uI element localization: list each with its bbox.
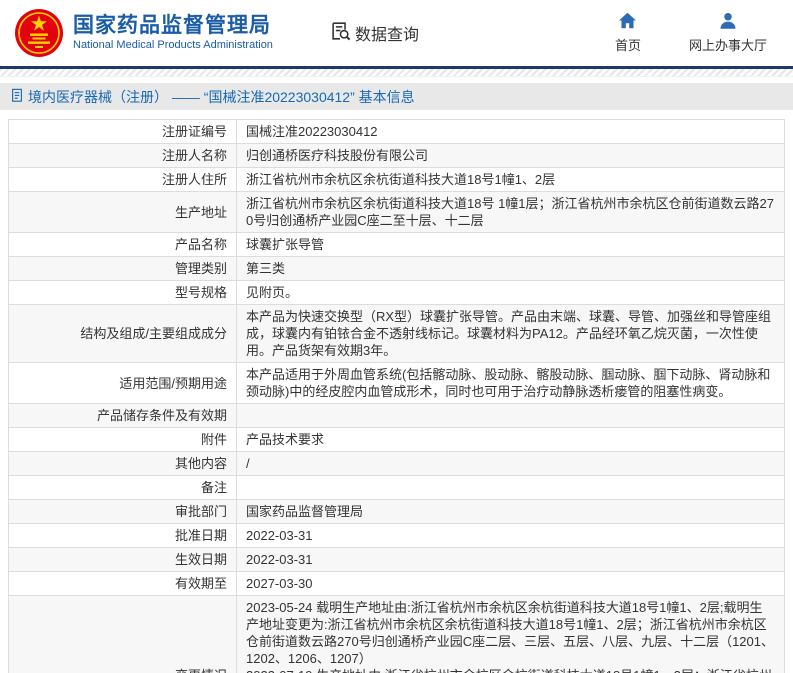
row-label: 适用范围/预期用途 — [9, 363, 237, 404]
table-row: 批准日期2022-03-31 — [9, 524, 785, 548]
table-row: 产品名称球囊扩张导管 — [9, 233, 785, 257]
site-logo[interactable]: 国家药品监督管理局 National Medical Products Admi… — [14, 8, 273, 58]
nav-item-home[interactable]: 首页 — [615, 12, 641, 54]
nav-item-service-hall[interactable]: 网上办事大厅 — [689, 12, 767, 54]
table-row: 审批部门国家药品监督管理局 — [9, 500, 785, 524]
table-row: 生产地址浙江省杭州市余杭区余杭街道科技大道18号 1幢1层；浙江省杭州市余杭区仓… — [9, 192, 785, 233]
row-value: 2022-03-31 — [237, 548, 785, 572]
row-value: 2023-05-24 载明生产地址由:浙江省杭州市余杭区余杭街道科技大道18号1… — [237, 596, 785, 673]
site-subtitle: National Medical Products Administration — [73, 38, 273, 52]
national-emblem-icon — [14, 8, 64, 58]
top-nav: 首页 网上办事大厅 — [567, 12, 767, 54]
row-value: 球囊扩张导管 — [237, 233, 785, 257]
row-label: 备注 — [9, 476, 237, 500]
row-value: 本产品为快速交换型（RX型）球囊扩张导管。产品由末端、球囊、导管、加强丝和导管座… — [237, 305, 785, 363]
row-value: 浙江省杭州市余杭区余杭街道科技大道18号 1幢1层；浙江省杭州市余杭区仓前街道数… — [237, 192, 785, 233]
home-icon — [618, 12, 637, 35]
row-label: 注册证编号 — [9, 120, 237, 144]
row-value: 产品技术要求 — [237, 428, 785, 452]
row-value: 见附页。 — [237, 281, 785, 305]
table-row: 注册人住所浙江省杭州市余杭区余杭街道科技大道18号1幢1、2层 — [9, 168, 785, 192]
row-value — [237, 404, 785, 428]
table-row: 备注 — [9, 476, 785, 500]
table-row: 变更情况2023-05-24 载明生产地址由:浙江省杭州市余杭区余杭街道科技大道… — [9, 596, 785, 673]
row-label: 审批部门 — [9, 500, 237, 524]
doc-search-icon — [329, 20, 355, 47]
row-value: / — [237, 452, 785, 476]
nav-item-service-hall-label: 网上办事大厅 — [689, 35, 767, 54]
row-label: 其他内容 — [9, 452, 237, 476]
row-label: 批准日期 — [9, 524, 237, 548]
table-wrap: 注册证编号国械注准20223030412注册人名称归创通桥医疗科技股份有限公司注… — [0, 110, 793, 673]
row-label: 变更情况 — [9, 596, 237, 673]
site-header: 国家药品监督管理局 National Medical Products Admi… — [0, 0, 793, 66]
breadcrumb: 境内医疗器械（注册） —— “国械注准20223030412” 基本信息 — [0, 83, 793, 110]
user-icon — [719, 12, 737, 35]
row-value — [237, 476, 785, 500]
row-label: 型号规格 — [9, 281, 237, 305]
row-label: 注册人名称 — [9, 144, 237, 168]
table-row: 生效日期2022-03-31 — [9, 548, 785, 572]
table-row: 有效期至2027-03-30 — [9, 572, 785, 596]
table-row: 其他内容/ — [9, 452, 785, 476]
row-value: 浙江省杭州市余杭区余杭街道科技大道18号1幢1、2层 — [237, 168, 785, 192]
row-label: 有效期至 — [9, 572, 237, 596]
row-value: 归创通桥医疗科技股份有限公司 — [237, 144, 785, 168]
title-block: 国家药品监督管理局 National Medical Products Admi… — [73, 14, 273, 52]
row-label: 附件 — [9, 428, 237, 452]
row-value: 2027-03-30 — [237, 572, 785, 596]
header-hatch-band — [0, 69, 793, 77]
row-value: 第三类 — [237, 257, 785, 281]
row-label: 生效日期 — [9, 548, 237, 572]
table-row: 注册人名称归创通桥医疗科技股份有限公司 — [9, 144, 785, 168]
row-label: 注册人住所 — [9, 168, 237, 192]
row-label: 管理类别 — [9, 257, 237, 281]
table-row: 结构及组成/主要组成成分本产品为快速交换型（RX型）球囊扩张导管。产品由末端、球… — [9, 305, 785, 363]
registration-info-table: 注册证编号国械注准20223030412注册人名称归创通桥医疗科技股份有限公司注… — [8, 119, 785, 673]
row-value: 本产品适用于外周血管系统(包括髂动脉、股动脉、髂股动脉、腘动脉、腘下动脉、肾动脉… — [237, 363, 785, 404]
row-label: 产品储存条件及有效期 — [9, 404, 237, 428]
table-row: 注册证编号国械注准20223030412 — [9, 120, 785, 144]
table-row: 管理类别第三类 — [9, 257, 785, 281]
table-row: 型号规格见附页。 — [9, 281, 785, 305]
data-query-nav[interactable]: 数据查询 — [329, 20, 419, 47]
row-value: 国家药品监督管理局 — [237, 500, 785, 524]
row-label: 生产地址 — [9, 192, 237, 233]
document-icon — [10, 88, 28, 106]
data-query-label: 数据查询 — [355, 21, 419, 45]
breadcrumb-text: 境内医疗器械（注册） —— “国械注准20223030412” 基本信息 — [28, 87, 415, 107]
table-row: 产品储存条件及有效期 — [9, 404, 785, 428]
row-label: 产品名称 — [9, 233, 237, 257]
row-label: 结构及组成/主要组成成分 — [9, 305, 237, 363]
table-row: 适用范围/预期用途本产品适用于外周血管系统(包括髂动脉、股动脉、髂股动脉、腘动脉… — [9, 363, 785, 404]
table-row: 附件产品技术要求 — [9, 428, 785, 452]
nav-item-home-label: 首页 — [615, 35, 641, 54]
row-value: 2022-03-31 — [237, 524, 785, 548]
row-value: 国械注准20223030412 — [237, 120, 785, 144]
site-title: 国家药品监督管理局 — [73, 14, 273, 38]
